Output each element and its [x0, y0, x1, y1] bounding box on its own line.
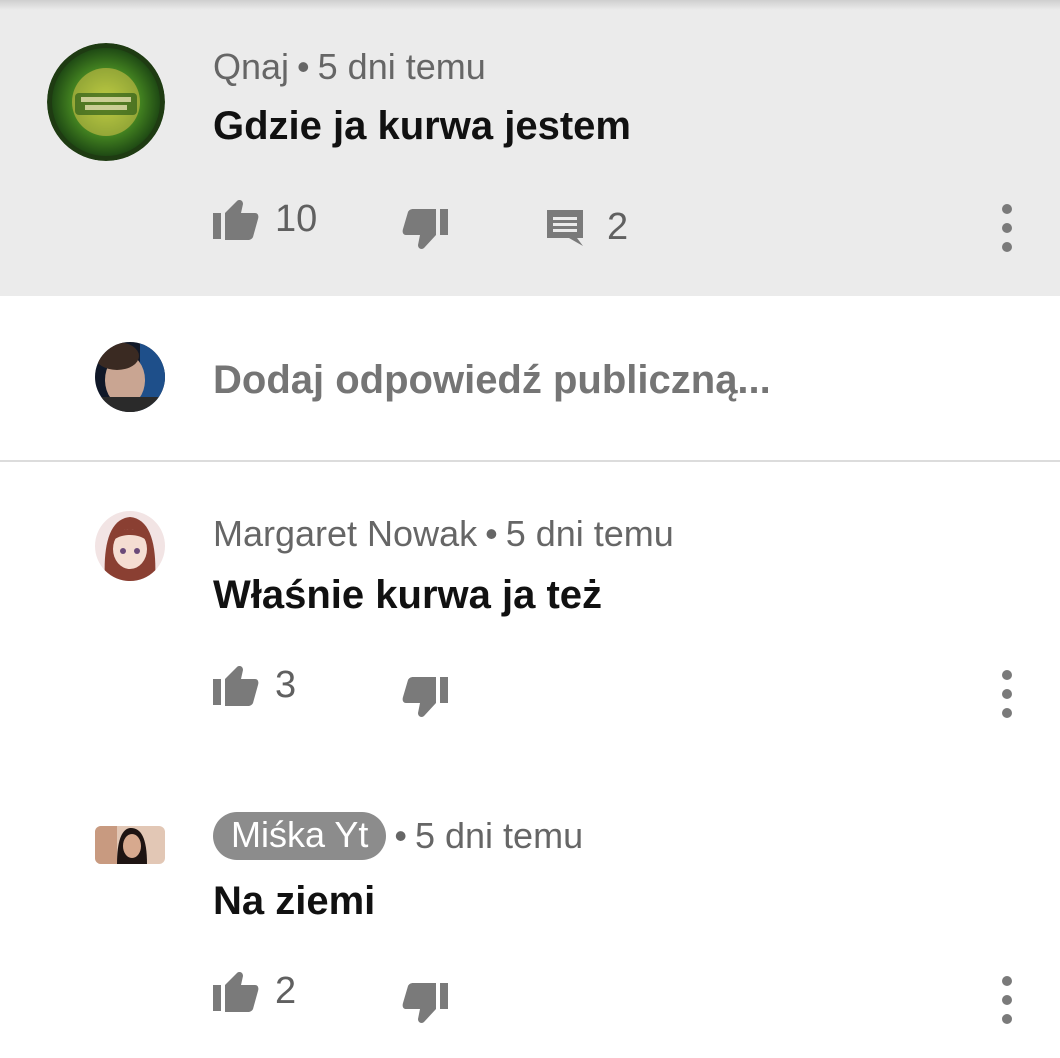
- avatar-qnaj[interactable]: [47, 43, 165, 161]
- reply1-dislike-button[interactable]: [402, 676, 448, 718]
- parent-reply-count: 2: [607, 206, 629, 248]
- reply1-author-line: Margaret Nowak • 5 dni temu: [213, 513, 674, 555]
- parent-dislike-button[interactable]: [402, 208, 448, 250]
- thumb-up-icon: [213, 971, 259, 1012]
- parent-comment-text: Gdzie ja kurwa jestem: [213, 104, 631, 148]
- divider: [0, 460, 1060, 462]
- reply1-separator: •: [485, 513, 498, 554]
- avatar-current-user[interactable]: [95, 342, 165, 412]
- reply1-like-button[interactable]: 3: [213, 664, 296, 707]
- parent-like-button[interactable]: 10: [213, 198, 317, 241]
- parent-author-name[interactable]: Qnaj: [213, 46, 289, 88]
- parent-reply-button[interactable]: 2: [545, 206, 628, 249]
- parent-more-button[interactable]: [995, 204, 1019, 252]
- more-vert-icon: [1002, 204, 1012, 214]
- reply1-like-count: 3: [275, 664, 297, 706]
- reply2-author-line: Miśka Yt • 5 dni temu: [213, 812, 583, 860]
- reply1-comment-text: Właśnie kurwa ja też: [213, 573, 603, 617]
- parent-timestamp[interactable]: 5 dni temu: [318, 46, 486, 88]
- reply2-like-button[interactable]: 2: [213, 970, 296, 1013]
- more-vert-icon: [1002, 976, 1012, 986]
- reply2-timestamp[interactable]: 5 dni temu: [415, 815, 583, 857]
- top-shadow: [0, 0, 1060, 10]
- more-vert-icon: [1002, 670, 1012, 680]
- reply1-timestamp[interactable]: 5 dni temu: [506, 513, 674, 555]
- thumb-down-icon: [402, 983, 448, 1023]
- reply2-separator: •: [394, 815, 407, 856]
- thumb-up-icon: [213, 199, 259, 240]
- reply2-more-button[interactable]: [995, 976, 1019, 1024]
- reply-input[interactable]: Dodaj odpowiedź publiczną...: [213, 358, 771, 403]
- thumb-up-icon: [213, 665, 259, 706]
- parent-separator: •: [297, 46, 310, 87]
- thumb-down-icon: [402, 677, 448, 717]
- avatar-miska-yt[interactable]: [95, 826, 165, 864]
- reply1-more-button[interactable]: [995, 670, 1019, 718]
- reply2-like-count: 2: [275, 970, 297, 1012]
- parent-author-line: Qnaj • 5 dni temu: [213, 46, 486, 88]
- comments-thread: Qnaj • 5 dni temu Gdzie ja kurwa jestem …: [0, 0, 1060, 1058]
- reply2-dislike-button[interactable]: [402, 982, 448, 1024]
- reply1-author-name[interactable]: Margaret Nowak: [213, 513, 477, 555]
- parent-comment: [0, 10, 1060, 296]
- avatar-margaret-nowak[interactable]: [95, 511, 165, 581]
- reply2-author-chip[interactable]: Miśka Yt: [213, 812, 387, 860]
- reply2-comment-text: Na ziemi: [213, 879, 376, 923]
- thumb-down-icon: [402, 209, 448, 249]
- comment-icon: [547, 209, 583, 246]
- parent-like-count: 10: [275, 198, 318, 240]
